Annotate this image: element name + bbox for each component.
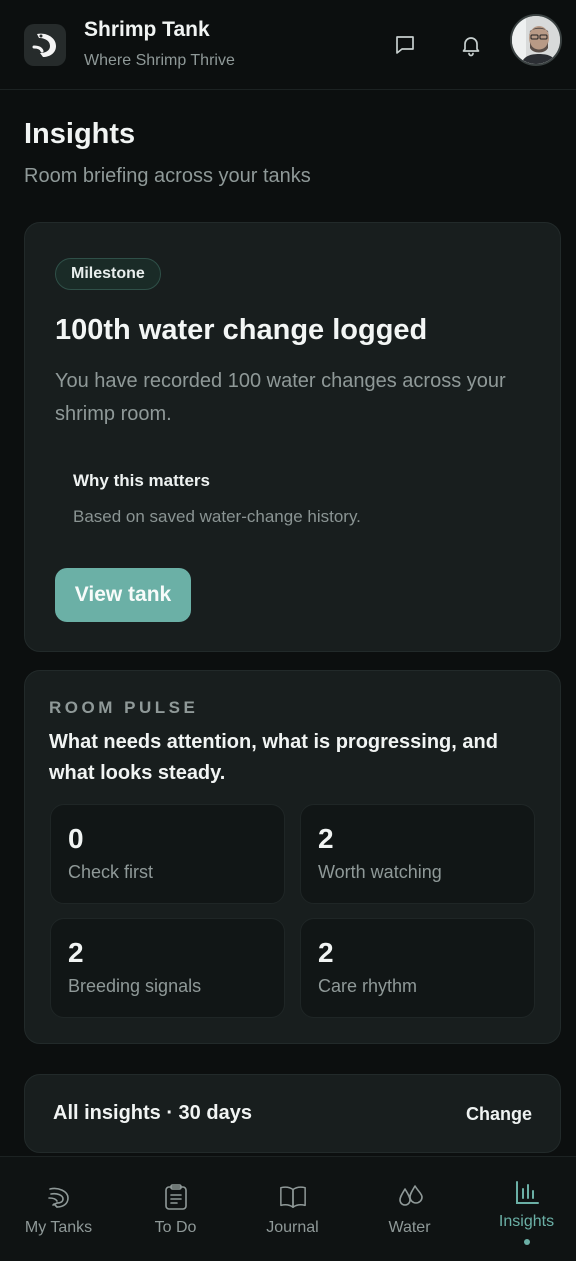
milestone-title: 100th water change logged xyxy=(55,314,428,346)
nav-label: Water xyxy=(388,1219,431,1236)
change-filter-button[interactable]: Change xyxy=(466,1104,532,1125)
top-header: Shrimp Tank Where Shrimp Thrive xyxy=(0,0,576,90)
nav-label: My Tanks xyxy=(24,1219,93,1236)
why-this-matters-title: Why this matters xyxy=(73,471,210,490)
stat-label: Check first xyxy=(68,862,154,882)
stat-label: Breeding signals xyxy=(68,976,202,996)
stat-value: 2 xyxy=(318,937,334,968)
app-subtitle: Where Shrimp Thrive xyxy=(84,52,235,69)
shrimp-icon xyxy=(45,1183,73,1211)
insights-filter-bar: All insights · 30 days Change xyxy=(24,1074,561,1153)
stat-value: 0 xyxy=(68,823,84,854)
bell-icon[interactable] xyxy=(458,32,484,58)
book-icon xyxy=(279,1183,307,1211)
nav-item-insights[interactable]: Insights xyxy=(468,1157,576,1261)
nav-item-my-tanks[interactable]: My Tanks xyxy=(0,1157,117,1261)
nav-item-to-do[interactable]: To Do xyxy=(117,1157,234,1261)
milestone-card: Milestone 100th water change logged You … xyxy=(24,222,561,652)
nav-label: Insights xyxy=(498,1213,555,1230)
avatar[interactable] xyxy=(510,14,562,66)
nav-label: Journal xyxy=(266,1219,319,1236)
bar-chart-icon xyxy=(513,1179,541,1207)
stat-label: Worth watching xyxy=(318,862,442,882)
nav-item-journal[interactable]: Journal xyxy=(234,1157,351,1261)
stat-value: 2 xyxy=(68,937,84,968)
stat-breeding-signals[interactable]: 2 Breeding signals xyxy=(50,918,285,1018)
bottom-nav: My Tanks To Do Journal Water Insights xyxy=(0,1156,576,1261)
shrimp-logo-icon[interactable] xyxy=(24,24,66,66)
stat-care-rhythm[interactable]: 2 Care rhythm xyxy=(300,918,535,1018)
filter-label: All insights · 30 days xyxy=(53,1102,252,1124)
clipboard-icon xyxy=(162,1183,190,1211)
stat-value: 2 xyxy=(318,823,334,854)
milestone-description: You have recorded 100 water changes acro… xyxy=(55,370,506,425)
page-title: Insights xyxy=(24,118,136,150)
app-title: Shrimp Tank xyxy=(84,18,210,41)
active-indicator xyxy=(523,1239,530,1245)
why-this-matters-description: Based on saved water-change history. xyxy=(73,507,361,526)
droplets-icon xyxy=(396,1183,424,1211)
nav-label: To Do xyxy=(154,1219,197,1236)
stat-label: Care rhythm xyxy=(318,976,418,996)
stat-check-first[interactable]: 0 Check first xyxy=(50,804,285,904)
page-subtitle: Room briefing across your tanks xyxy=(24,165,311,187)
room-pulse-headline: What needs attention, what is progressin… xyxy=(49,731,498,784)
view-tank-button[interactable]: View tank xyxy=(55,568,191,622)
stat-worth-watching[interactable]: 2 Worth watching xyxy=(300,804,535,904)
room-pulse-card: ROOM PULSE What needs attention, what is… xyxy=(24,670,561,1044)
chat-icon[interactable] xyxy=(392,32,418,58)
app: Shrimp Tank Where Shrimp Thrive Insights… xyxy=(0,0,576,1261)
milestone-badge: Milestone xyxy=(55,258,161,290)
room-pulse-eyebrow: ROOM PULSE xyxy=(49,698,199,717)
nav-item-water[interactable]: Water xyxy=(351,1157,468,1261)
